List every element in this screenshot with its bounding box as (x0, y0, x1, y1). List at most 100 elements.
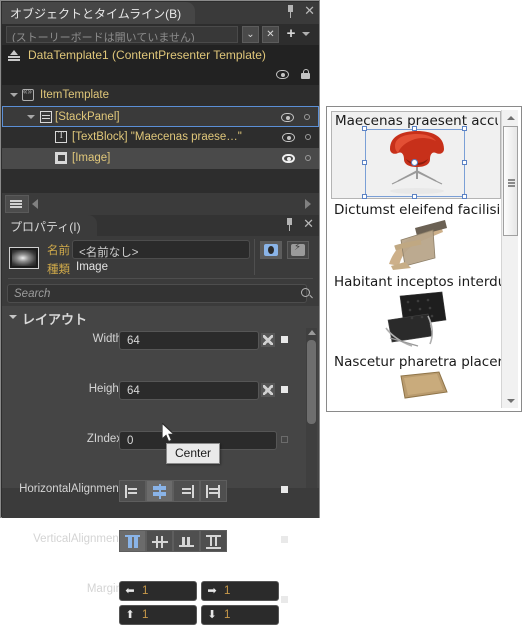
properties-tab-buttons: ✕ (284, 218, 314, 231)
element-thumbnail-icon (9, 247, 39, 269)
valign-center-button[interactable] (146, 530, 173, 552)
property-marker[interactable] (281, 436, 288, 443)
storyboard-field[interactable]: (ストーリーボードは開いていません) (6, 26, 238, 43)
resize-handle[interactable] (462, 160, 467, 165)
align-center-button[interactable] (146, 480, 173, 502)
resize-handle[interactable] (362, 160, 367, 165)
margin-right-value: 1 (224, 585, 231, 597)
close-x-icon[interactable]: ✕ (262, 26, 279, 43)
advanced-options-icon[interactable] (261, 333, 275, 347)
search-input[interactable]: Search (7, 284, 307, 303)
eye-icon[interactable] (281, 113, 294, 122)
scrollbar-thumb[interactable] (503, 126, 518, 236)
lock-toggle-icon[interactable] (305, 155, 311, 161)
eye-icon[interactable] (282, 154, 295, 163)
mouse-pointer-icon (161, 421, 178, 450)
margin-top-input[interactable]: ⬆ 1 (119, 605, 197, 625)
hit-test-icon[interactable] (260, 241, 282, 259)
list-item[interactable]: Dictumst eleifend facilisi f (331, 201, 501, 271)
tree-row-label: [Image] (72, 152, 111, 164)
property-marker[interactable] (281, 486, 288, 493)
lock-toggle-icon[interactable] (305, 134, 311, 140)
arrow-right-icon[interactable] (305, 199, 311, 209)
list-item-image[interactable] (332, 126, 500, 199)
list-item[interactable]: Habitant inceptos interdu (331, 273, 501, 351)
margin-bottom-input[interactable]: ⬇ 1 (201, 605, 279, 625)
tree-row-image[interactable]: [Image] (2, 148, 319, 169)
margin-label: Margin (86, 583, 122, 595)
resize-handle[interactable] (462, 194, 467, 199)
template-scope-header[interactable]: DataTemplate1 (ContentPresenter Template… (2, 45, 319, 67)
margin-left-input[interactable]: ⬅ 1 (119, 581, 197, 601)
kind-label: 種類 (47, 264, 70, 276)
arrow-left-icon[interactable] (32, 199, 38, 209)
scope-up-icon[interactable] (8, 50, 21, 62)
pin-icon[interactable] (285, 5, 296, 18)
element-identity-area: 名前 <名前なし> 種類 Image (2, 236, 319, 280)
close-icon[interactable]: ✕ (304, 5, 315, 18)
vertical-alignment-label: VerticalAlignment (33, 533, 122, 545)
resize-handle[interactable] (362, 194, 367, 199)
scroll-down-icon[interactable] (502, 393, 519, 408)
scroll-up-icon[interactable] (502, 110, 519, 125)
margin-top-value: 1 (142, 609, 149, 621)
preview-scrollbar[interactable] (501, 110, 518, 408)
list-item-image[interactable] (331, 218, 501, 270)
stack-layers-icon[interactable] (5, 195, 29, 213)
close-icon[interactable]: ✕ (303, 218, 314, 231)
properties-tabstrip: プロパティ(I) ✕ (2, 215, 319, 236)
property-marker[interactable] (281, 536, 288, 543)
image-icon (55, 152, 67, 164)
height-input[interactable]: 64 (119, 381, 259, 400)
align-stretch-button[interactable] (200, 480, 227, 502)
property-row-vertical-alignment: VerticalAlignment (2, 528, 319, 553)
tree-row-stackpanel[interactable]: [StackPanel] (2, 106, 319, 127)
expander-icon[interactable] (27, 115, 35, 119)
resize-handle[interactable] (362, 126, 367, 131)
resize-handle[interactable] (462, 126, 467, 131)
tree-row-itemtemplate[interactable]: ItemTemplate (2, 85, 319, 106)
list-item-image[interactable] (331, 370, 501, 400)
valign-stretch-button[interactable] (200, 530, 227, 552)
pin-icon[interactable] (284, 218, 295, 231)
center-handle[interactable] (411, 159, 418, 166)
lock-icon[interactable] (301, 69, 310, 79)
panel-separator-toolbar (2, 193, 319, 215)
chevron-down-icon[interactable] (9, 315, 17, 319)
list-item[interactable]: Nascetur pharetra placera (331, 353, 501, 403)
tab-properties[interactable]: プロパティ(I) (2, 215, 97, 236)
add-storyboard-button[interactable]: + (283, 26, 299, 43)
lock-toggle-icon[interactable] (304, 114, 310, 120)
align-right-button[interactable] (173, 480, 200, 502)
tree-row-textblock[interactable]: [TextBlock] "Maecenas praese…" (2, 127, 319, 148)
resize-handle[interactable] (412, 194, 417, 199)
objects-panel-tab-buttons: ✕ (285, 5, 315, 18)
eye-icon[interactable] (276, 70, 289, 79)
list-item-image[interactable] (331, 290, 501, 350)
object-tree: ItemTemplate [StackPanel] [TextBlock] "M… (2, 85, 319, 169)
double-chevron-down-icon[interactable]: ⌄ (242, 26, 259, 43)
property-row-margin: Margin ⬅ 1 ➡ 1 ⬆ 1 ⬇ 1 (2, 578, 319, 628)
align-left-button[interactable] (119, 480, 146, 502)
list-item[interactable]: Maecenas praesent accum (331, 111, 501, 199)
eye-icon[interactable] (282, 133, 295, 142)
search-icon[interactable] (301, 288, 310, 297)
tab-objects-and-timeline[interactable]: オブジェクトとタイムライン(B) (2, 2, 196, 24)
arrow-right-icon: ➡ (207, 585, 217, 597)
events-icon[interactable] (287, 241, 309, 259)
width-input[interactable]: 64 (119, 331, 259, 350)
zindex-label: ZIndex (86, 433, 122, 445)
property-marker[interactable] (281, 386, 288, 393)
chevron-down-icon[interactable] (302, 32, 310, 36)
layout-section-body: Width 64 Height 64 ZIndex 0 HorizontalAl… (2, 328, 319, 625)
advanced-options-icon[interactable] (261, 383, 275, 397)
property-marker[interactable] (281, 336, 288, 343)
valign-bottom-button[interactable] (173, 530, 200, 552)
layout-section-header[interactable]: レイアウト (2, 306, 319, 328)
margin-right-input[interactable]: ➡ 1 (201, 581, 279, 601)
property-marker[interactable] (281, 596, 288, 603)
resize-handle[interactable] (412, 126, 417, 131)
name-field[interactable]: <名前なし> (72, 240, 250, 259)
expander-icon[interactable] (10, 93, 18, 97)
valign-top-button[interactable] (119, 530, 146, 552)
